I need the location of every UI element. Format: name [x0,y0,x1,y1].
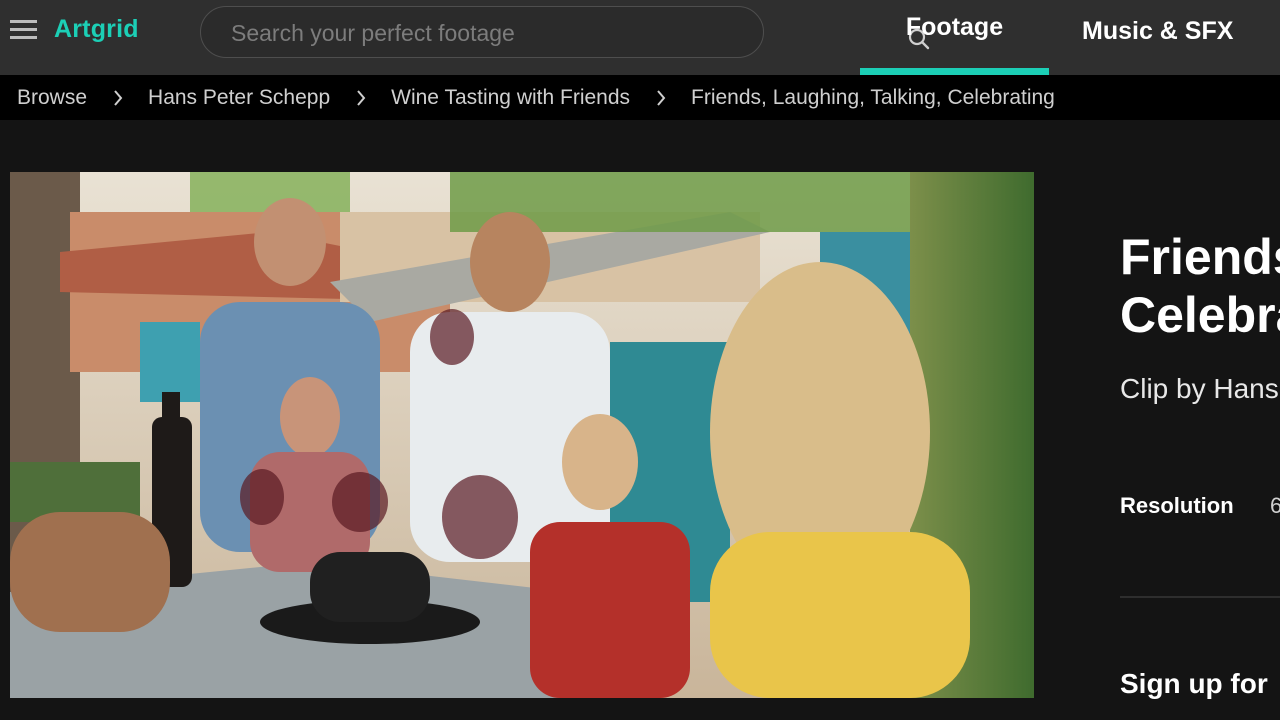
hamburger-menu-icon[interactable] [10,20,37,40]
tab-music-sfx-label: Music & SFX [1082,17,1234,45]
top-bar: Artgrid Footage Music & SFX [0,0,1280,75]
clip-thumbnail-image [10,172,1034,698]
artgrid-logo[interactable]: Artgrid [54,14,139,44]
logo-text: Artgrid [54,15,139,43]
tab-footage-label: Footage [905,13,1004,41]
resolution-value: 6 [1270,493,1280,518]
active-tab-indicator [860,68,1049,75]
tab-footage[interactable]: Footage [860,0,1049,75]
breadcrumb: Browse Hans Peter Schepp Wine Tasting wi… [0,75,1280,120]
breadcrumb-browse[interactable]: Browse [17,86,87,110]
clip-video-player[interactable] [10,172,1034,698]
clip-title: Friends Celebra [1120,228,1280,344]
breadcrumb-current-clip: Friends, Laughing, Talking, Celebrating [691,85,1055,109]
breadcrumb-artist[interactable]: Hans Peter Schepp [148,86,330,110]
search-input[interactable] [231,20,691,46]
chevron-right-icon [357,89,366,106]
signup-prompt: Sign up for [1120,668,1268,699]
clip-title-line-2: Celebra [1120,287,1280,343]
divider [1120,596,1280,598]
chevron-right-icon [657,89,666,106]
search-bar [200,6,930,58]
tab-music-sfx[interactable]: Music & SFX [1082,0,1233,75]
chevron-right-icon [114,89,123,106]
breadcrumb-story[interactable]: Wine Tasting with Friends [391,86,630,110]
clip-title-line-1: Friends [1120,229,1280,285]
clip-author[interactable]: Clip by Hans [1120,373,1279,405]
resolution-label: Resolution [1120,493,1234,518]
